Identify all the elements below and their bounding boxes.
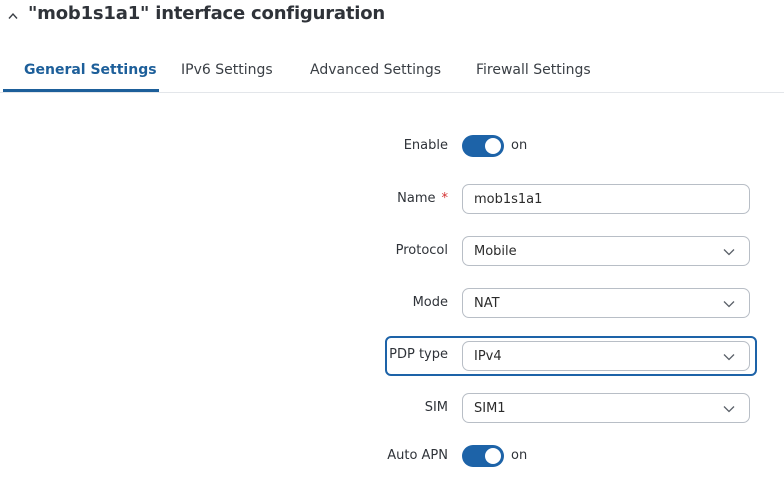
pdp-type-select[interactable]: IPv4 xyxy=(462,341,750,371)
mode-label: Mode xyxy=(412,295,448,310)
protocol-select-value: Mobile xyxy=(474,244,517,259)
toggle-knob xyxy=(485,448,501,464)
enable-state-text: on xyxy=(511,138,528,153)
sim-select-value: SIM1 xyxy=(474,401,506,416)
tab-bar: General Settings IPv6 Settings Advanced … xyxy=(0,52,784,93)
chevron-down-icon xyxy=(723,406,735,413)
tab-general-settings[interactable]: General Settings xyxy=(24,62,157,78)
chevron-down-icon xyxy=(723,301,735,308)
protocol-label: Protocol xyxy=(395,243,448,258)
pdp-type-select-value: IPv4 xyxy=(474,349,502,364)
name-input-value: mob1s1a1 xyxy=(474,192,543,207)
enable-label: Enable xyxy=(403,138,448,153)
tab-ipv6-settings[interactable]: IPv6 Settings xyxy=(181,62,273,78)
required-asterisk: * xyxy=(441,191,449,206)
name-input[interactable]: mob1s1a1 xyxy=(462,184,750,214)
sim-label: SIM xyxy=(424,400,448,415)
chevron-down-icon xyxy=(723,354,735,361)
name-label: Name * xyxy=(397,191,448,206)
auto-apn-label: Auto APN xyxy=(387,448,448,463)
active-tab-indicator xyxy=(3,89,159,92)
page-header: "mob1s1a1" interface configuration xyxy=(0,0,784,32)
chevron-up-icon[interactable] xyxy=(8,12,18,20)
chevron-down-icon xyxy=(723,249,735,256)
mode-select-value: NAT xyxy=(474,296,500,311)
protocol-select[interactable]: Mobile xyxy=(462,236,750,266)
pdp-type-label: PDP type xyxy=(389,347,448,362)
enable-toggle[interactable] xyxy=(462,135,504,157)
tab-firewall-settings[interactable]: Firewall Settings xyxy=(476,62,591,78)
page-title: "mob1s1a1" interface configuration xyxy=(28,3,385,24)
auto-apn-toggle[interactable] xyxy=(462,445,504,467)
auto-apn-state-text: on xyxy=(511,448,528,463)
toggle-knob xyxy=(485,138,501,154)
sim-select[interactable]: SIM1 xyxy=(462,393,750,423)
mode-select[interactable]: NAT xyxy=(462,288,750,318)
tab-advanced-settings[interactable]: Advanced Settings xyxy=(310,62,441,78)
